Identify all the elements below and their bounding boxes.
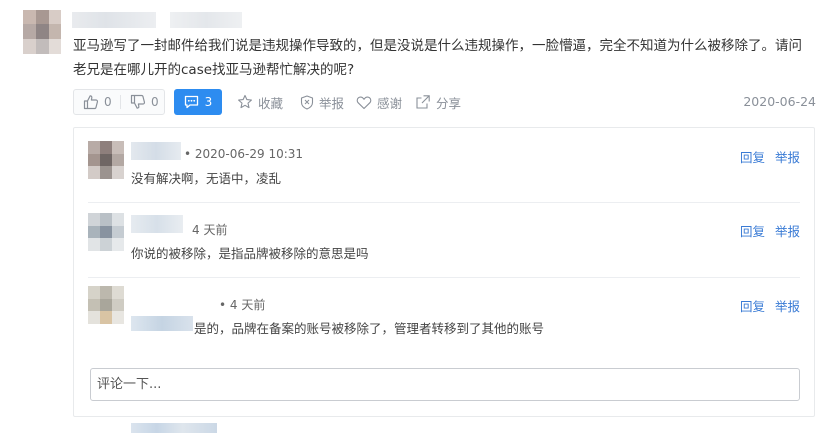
downvote-button[interactable]: 0	[130, 90, 159, 114]
reply-link[interactable]: 回复	[740, 299, 765, 314]
comment-item: 4 天前 你说的被移除，是指品牌被移除的意思是吗 回复 举报	[74, 203, 814, 276]
comment-text: 没有解决啊，无语中，凌乱	[131, 171, 282, 186]
report-button[interactable]: 举报	[300, 89, 344, 115]
comment-actions: 回复 举报	[740, 221, 800, 240]
commenter-avatar[interactable]	[88, 213, 124, 251]
post-author-avatar[interactable]	[23, 10, 61, 54]
comment-input[interactable]	[90, 368, 800, 401]
share-label: 分享	[436, 95, 462, 111]
comment-item: • 4 天前 是的，品牌在备案的账号被移除了，管理者转移到了其他的账号 回复 举…	[74, 278, 814, 433]
downvote-count: 0	[151, 95, 159, 109]
comment-text: 是的，品牌在备案的账号被移除了，管理者转移到了其他的账号	[194, 321, 545, 336]
commenter-avatar[interactable]	[88, 286, 124, 324]
report-link[interactable]: 举报	[775, 224, 800, 239]
thanks-label: 感谢	[377, 95, 403, 111]
favorite-button[interactable]: 收藏	[237, 89, 283, 115]
comment-meta: 4 天前	[192, 223, 228, 237]
commenter-name-blurred[interactable]	[131, 423, 217, 433]
comment-icon	[184, 95, 198, 109]
star-icon	[238, 94, 252, 109]
commenter-name-blurred[interactable]	[131, 215, 183, 233]
favorite-label: 收藏	[258, 95, 284, 111]
comments-panel: • 2020-06-29 10:31 没有解决啊，无语中，凌乱 回复 举报 4 …	[73, 127, 815, 433]
share-icon	[416, 95, 430, 109]
comment-meta: • 2020-06-29 10:31	[184, 147, 304, 161]
thumbs-down-icon	[130, 94, 146, 109]
post-author-name-blurred[interactable]	[72, 12, 156, 28]
report-link[interactable]: 举报	[775, 150, 800, 165]
comment-item: • 2020-06-29 10:31 没有解决啊，无语中，凌乱 回复 举报	[74, 128, 814, 201]
commenter-avatar[interactable]	[88, 141, 124, 179]
post-body-text: 亚马逊写了一封邮件给我们说是违规操作导致的，但是没说是什么违规操作，一脸懵逼，完…	[73, 38, 802, 78]
thumbs-up-icon	[83, 95, 99, 110]
comment-meta: • 4 天前	[219, 298, 266, 312]
report-label: 举报	[319, 95, 345, 111]
thanks-button[interactable]: 感谢	[356, 89, 402, 115]
report-link[interactable]: 举报	[775, 299, 800, 314]
comment-actions: 回复 举报	[740, 296, 800, 315]
upvote-count: 0	[104, 95, 112, 109]
heart-icon	[356, 96, 372, 109]
reply-link[interactable]: 回复	[740, 150, 765, 165]
post-action-bar: 0 0 3 收藏 举报 感谢 分享 2020-06-24	[73, 89, 819, 115]
shield-icon	[300, 94, 314, 110]
vote-group: 0 0	[73, 89, 165, 115]
share-button[interactable]: 分享	[415, 89, 461, 115]
vote-divider	[120, 95, 121, 109]
post-author-meta-blurred	[170, 12, 242, 28]
comment-text: 你说的被移除，是指品牌被移除的意思是吗	[131, 246, 369, 261]
post-date: 2020-06-24	[743, 94, 816, 109]
commenter-name-blurred[interactable]	[131, 142, 181, 160]
comment-count: 3	[204, 95, 213, 109]
upvote-button[interactable]: 0	[83, 90, 112, 114]
comment-actions: 回复 举报	[740, 147, 800, 166]
reply-link[interactable]: 回复	[740, 224, 765, 239]
mentioned-user-blurred	[131, 316, 193, 331]
comments-toggle-button[interactable]: 3	[174, 89, 222, 115]
